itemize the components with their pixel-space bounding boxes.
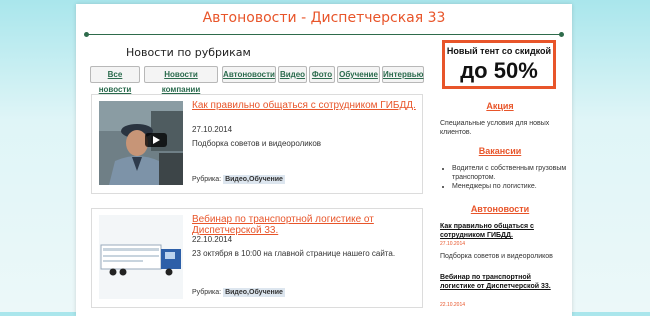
sidebar-news-link[interactable]: Вебинар по транспортной логистике от Дис…	[440, 273, 562, 291]
sidebar-news-date: 22.10.2014	[440, 302, 466, 308]
autonews-heading[interactable]: Автоновости	[440, 204, 560, 214]
list-item: Менеджеры по логистике.	[452, 182, 570, 191]
tab-interview[interactable]: Интервью	[382, 66, 424, 83]
tab-video[interactable]: Видео	[278, 66, 307, 83]
play-icon[interactable]	[145, 133, 167, 147]
news-rubric: Рубрика: Видео,Обучение	[192, 175, 285, 184]
list-item: Водители с собственным грузовым транспор…	[452, 164, 570, 182]
news-rubric: Рубрика: Видео,Обучение	[192, 288, 285, 297]
promo-banner[interactable]: Новый тент со скидкой до 50%	[442, 40, 556, 89]
officer-video-thumbnail	[99, 101, 183, 185]
rubric-label: Рубрика:	[192, 289, 222, 296]
rubric-tag[interactable]: Видео,Обучение	[223, 175, 285, 184]
title-divider	[84, 32, 564, 37]
news-description: 23 октября в 10:00 на главной странице н…	[192, 249, 396, 258]
promo-text: Новый тент со скидкой	[446, 46, 552, 56]
news-card: Вебинар по транспортной логистике от Дис…	[91, 208, 423, 308]
news-title-link[interactable]: Как правильно общаться с сотрудником ГИБ…	[192, 100, 417, 111]
news-thumbnail[interactable]	[99, 215, 183, 299]
rubric-tag[interactable]: Видео,Обучение	[223, 288, 285, 297]
action-text: Специальные условия для новых клиентов.	[440, 120, 550, 136]
vacancies-heading[interactable]: Вакансии	[440, 146, 560, 156]
truck-icon	[99, 215, 183, 299]
sidebar-news-description: Подборка советов и видеороликов	[440, 253, 553, 260]
rubrics-heading: Новости по рубрикам	[126, 46, 251, 59]
rubric-label: Рубрика:	[192, 176, 222, 183]
news-date: 22.10.2014	[192, 235, 233, 244]
tab-training[interactable]: Обучение	[337, 66, 380, 83]
action-heading[interactable]: Акция	[440, 101, 560, 111]
tab-autonews[interactable]: Автоновости	[222, 66, 276, 83]
tab-company-news[interactable]: Новости компании	[144, 66, 218, 94]
news-card: Как правильно общаться с сотрудником ГИБ…	[91, 94, 423, 194]
news-title-link[interactable]: Вебинар по транспортной логистике от Дис…	[192, 214, 417, 236]
tab-all-news[interactable]: Все новости	[90, 66, 140, 94]
sidebar-news-link[interactable]: Как правильно общаться с сотрудником ГИБ…	[440, 222, 562, 240]
news-description: Подборка советов и видеороликов	[192, 139, 322, 148]
promo-discount: до 50%	[460, 58, 538, 83]
sidebar-news-date: 27.10.2014	[440, 241, 466, 247]
news-date: 27.10.2014	[192, 125, 233, 134]
tab-photo[interactable]: Фото	[309, 66, 335, 83]
vacancies-list: Водители с собственным грузовым транспор…	[442, 164, 570, 191]
page-title: Автоновости - Диспетчерская 33	[202, 10, 446, 26]
news-thumbnail[interactable]	[99, 101, 183, 185]
